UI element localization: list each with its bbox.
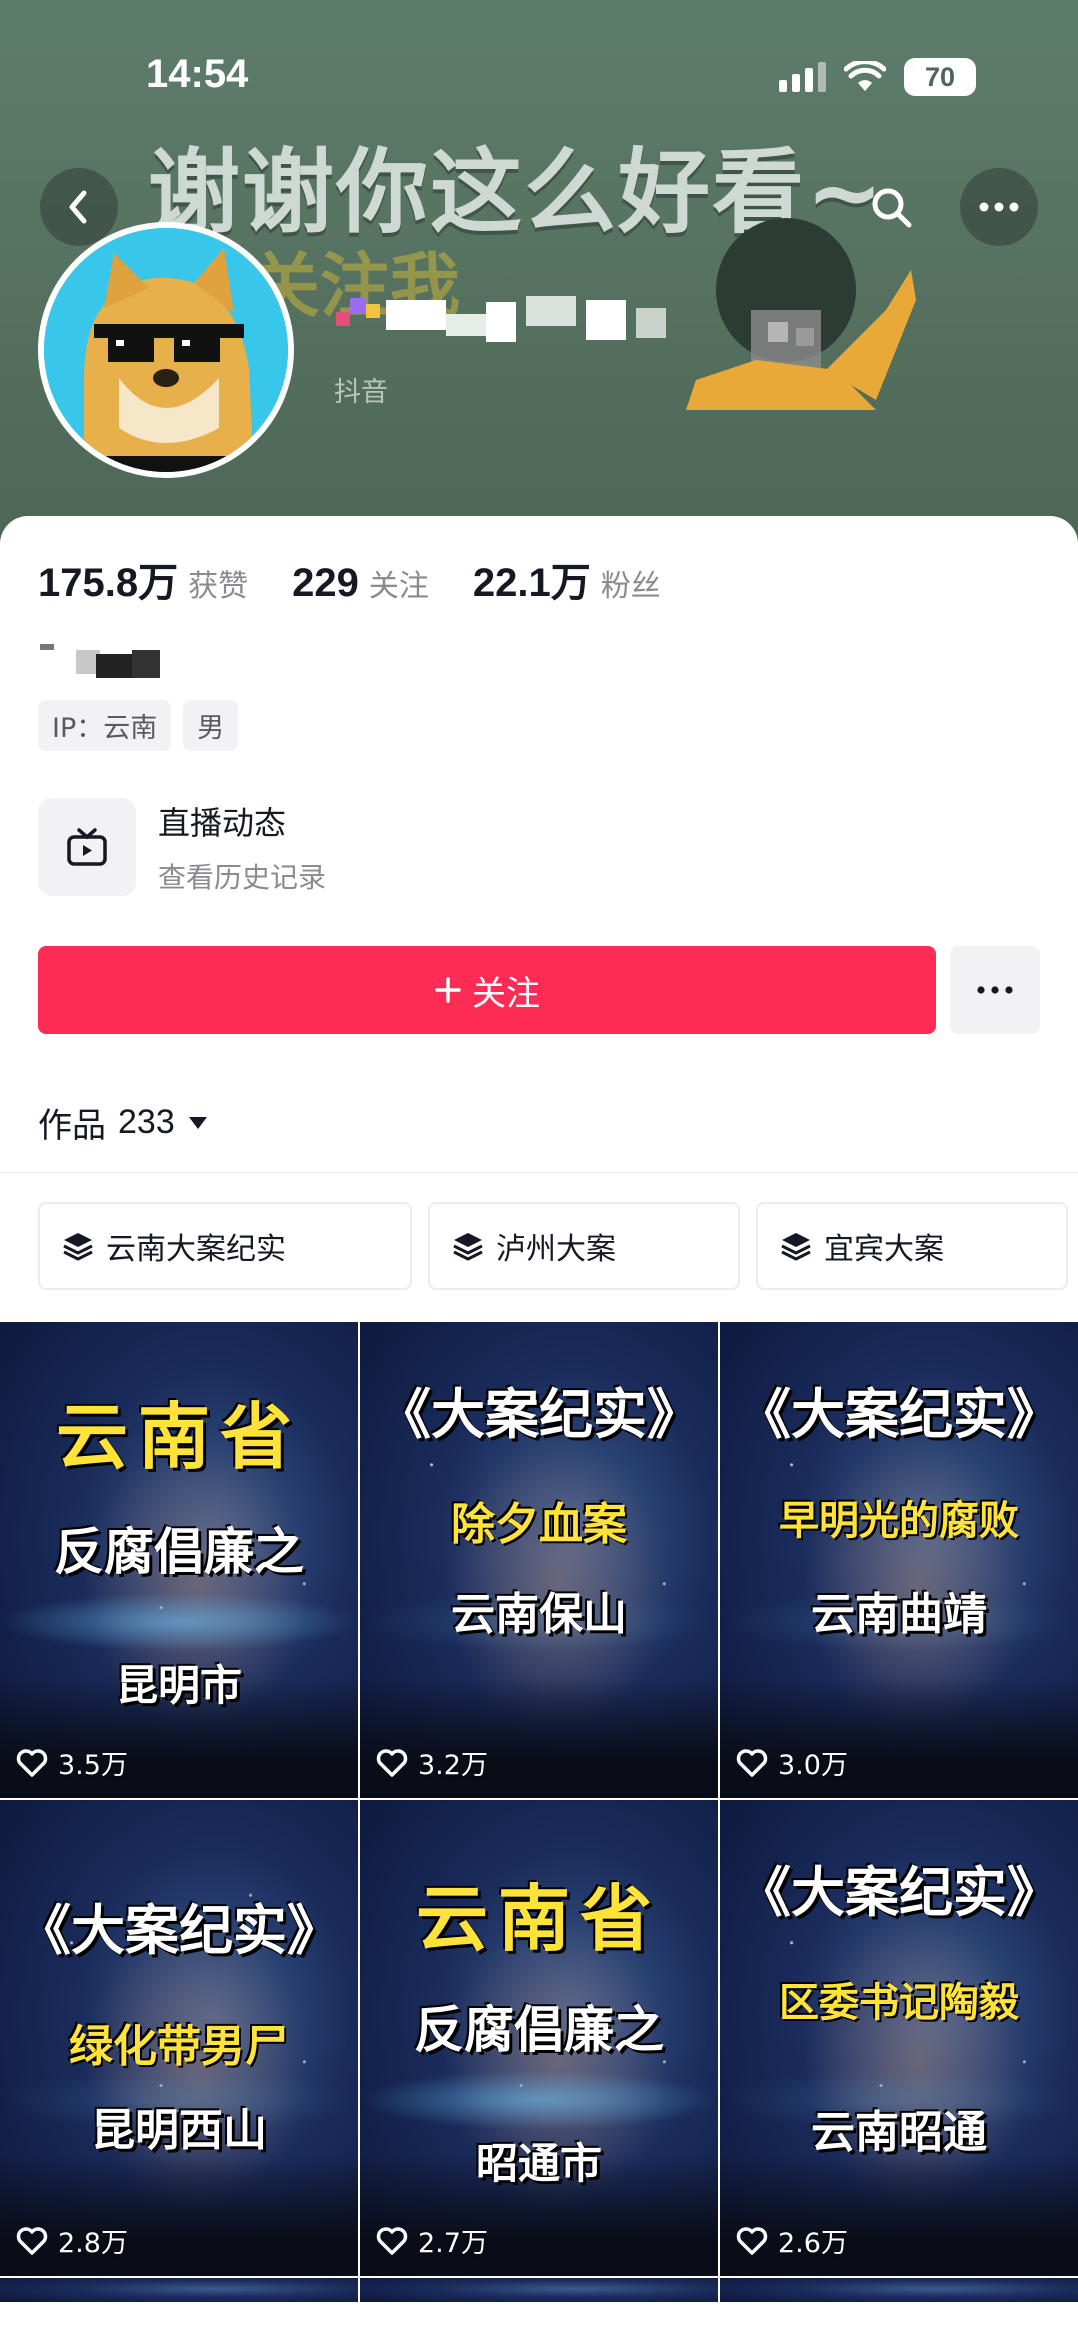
home-indicator	[348, 2313, 730, 2325]
works-tab[interactable]: 作品 233	[38, 1098, 209, 1147]
video-likes: 3.5万	[16, 1743, 128, 1782]
likes-label: 获赞	[188, 569, 249, 604]
video-likes-count: 2.8万	[58, 2228, 128, 2259]
video-title-line2: 除夕血案	[451, 1499, 627, 1550]
platform-label: 抖音	[334, 377, 388, 408]
video-likes: 2.7万	[376, 2221, 488, 2260]
video-thumbnail[interactable]: 《大案纪实》 区委书记陶毅 云南昭通 2.6万	[720, 1800, 1078, 2276]
collection-label: 云南大案纪实	[106, 1232, 286, 1267]
video-title-line2: 区委书记陶毅	[779, 1980, 1019, 2026]
collection-chip[interactable]: 宜宾大案	[756, 1202, 1068, 1290]
video-title-line3: 昆明市	[115, 1661, 242, 1710]
back-button[interactable]	[40, 168, 118, 246]
collections-row: 云南大案纪实 泸州大案 宜宾大案	[38, 1202, 1068, 1290]
status-icons: 70	[779, 58, 976, 96]
status-time: 14:54	[146, 52, 249, 96]
follow-more-button[interactable]	[950, 946, 1040, 1034]
video-thumbnail[interactable]: 云南省 反腐倡廉之 昭通市 2.7万	[360, 1800, 718, 2276]
video-title-line3: 昆明西山	[91, 2105, 267, 2156]
video-thumbnail[interactable]: 云南省 反腐倡廉之 昆明市 3.5万	[0, 1322, 358, 1798]
heart-icon	[376, 1748, 408, 1777]
video-title-line1: 《大案纪实》	[377, 1383, 701, 1446]
video-likes: 2.8万	[16, 2221, 128, 2260]
video-likes-count: 3.5万	[58, 1750, 128, 1781]
video-thumbnail[interactable]	[360, 2278, 718, 2302]
video-title-line1: 《大案纪实》	[737, 1383, 1061, 1446]
works-count: 233	[118, 1103, 175, 1141]
collection-label: 宜宾大案	[824, 1232, 944, 1267]
follow-label: 关注	[472, 973, 540, 1014]
video-likes-count: 2.7万	[418, 2228, 488, 2259]
video-likes-count: 3.0万	[778, 1750, 848, 1781]
collection-chip[interactable]: 泸州大案	[428, 1202, 740, 1290]
video-title-line3: 云南曲靖	[811, 1589, 987, 1640]
heart-icon	[16, 2226, 48, 2255]
profile-tags: IP：云南 男	[38, 700, 239, 751]
video-thumbnail[interactable]: 《大案纪实》 早明光的腐败 云南曲靖 3.0万	[720, 1322, 1078, 1798]
heart-icon	[376, 2226, 408, 2255]
live-title: 直播动态	[158, 804, 287, 842]
video-thumbnail[interactable]: 《大案纪实》 绿化带男尸 昆明西山 2.8万	[0, 1800, 358, 2276]
doge-sunglasses-avatar-icon	[44, 228, 288, 472]
caret-down-icon	[188, 1116, 207, 1129]
video-title-line2: 反腐倡廉之	[414, 2001, 664, 2059]
live-history-entry[interactable]: 直播动态 查看历史记录	[38, 798, 326, 896]
video-thumbnail[interactable]: 《大案纪实》 除夕血案 云南保山 3.2万	[360, 1322, 718, 1798]
video-thumbnail[interactable]	[0, 2278, 358, 2302]
gender-tag: 男	[183, 700, 239, 751]
search-button[interactable]	[852, 168, 930, 246]
avatar[interactable]	[38, 222, 294, 478]
more-horizontal-icon	[977, 986, 1013, 994]
video-title-line3: 昭通市	[475, 2139, 602, 2188]
profile-banner: 谢谢你这么好看~ 关注我 14:54 70 抖音	[0, 0, 1078, 560]
heart-icon	[736, 1748, 768, 1777]
video-title-line2: 早明光的腐败	[779, 1498, 1019, 1544]
video-likes-count: 2.6万	[778, 2228, 848, 2259]
bio-redacted	[40, 644, 160, 678]
heart-icon	[16, 1748, 48, 1777]
video-likes-count: 3.2万	[418, 1750, 488, 1781]
live-subtitle: 查看历史记录	[158, 861, 327, 894]
video-title-line1: 《大案纪实》	[737, 1861, 1061, 1924]
heart-icon	[736, 2226, 768, 2255]
video-grid: 云南省 反腐倡廉之 昆明市 3.5万 《大案纪实》 除夕血案 云南保山 3.2万…	[0, 1322, 1078, 2302]
video-title-line1: 云南省	[415, 1877, 662, 1961]
wifi-icon	[844, 61, 886, 91]
divider	[0, 1172, 1078, 1173]
ip-location-tag: IP：云南	[38, 700, 172, 751]
video-likes: 3.0万	[736, 1743, 848, 1782]
more-options-button[interactable]	[960, 168, 1038, 246]
live-tv-icon	[38, 798, 136, 896]
video-title-line3: 云南保山	[451, 1589, 627, 1640]
video-title-line1: 《大案纪实》	[17, 1899, 341, 1962]
following-count[interactable]: 229	[292, 561, 359, 606]
video-title-line1: 云南省	[55, 1395, 302, 1479]
video-thumbnail[interactable]	[720, 2278, 1078, 2302]
works-label: 作品	[38, 1106, 106, 1146]
collection-chip[interactable]: 云南大案纪实	[38, 1202, 412, 1290]
profile-stats: 175.8万 获赞 229 关注 22.1万 粉丝	[38, 550, 705, 608]
video-likes: 2.6万	[736, 2221, 848, 2260]
video-title-line2: 绿化带男尸	[69, 2021, 289, 2072]
plus-icon	[435, 977, 461, 1003]
collection-label: 泸州大案	[496, 1232, 616, 1267]
following-label[interactable]: 关注	[369, 561, 429, 605]
video-title-line3: 云南昭通	[811, 2107, 987, 2158]
search-icon	[872, 188, 912, 228]
follow-button[interactable]: 关注	[38, 946, 936, 1034]
username-redacted	[336, 296, 666, 342]
more-horizontal-icon	[979, 202, 1019, 212]
battery-indicator: 70	[904, 58, 976, 96]
video-likes: 3.2万	[376, 1743, 488, 1782]
followers-count[interactable]: 22.1万	[473, 550, 591, 608]
layers-icon	[781, 1233, 811, 1261]
layers-icon	[453, 1233, 483, 1261]
followers-label[interactable]: 粉丝	[601, 561, 661, 605]
chevron-left-icon	[69, 190, 87, 224]
cellular-signal-icon	[779, 62, 826, 92]
video-title-line2: 反腐倡廉之	[54, 1523, 304, 1581]
layers-icon	[63, 1233, 93, 1261]
likes-count: 175.8万	[38, 561, 179, 605]
